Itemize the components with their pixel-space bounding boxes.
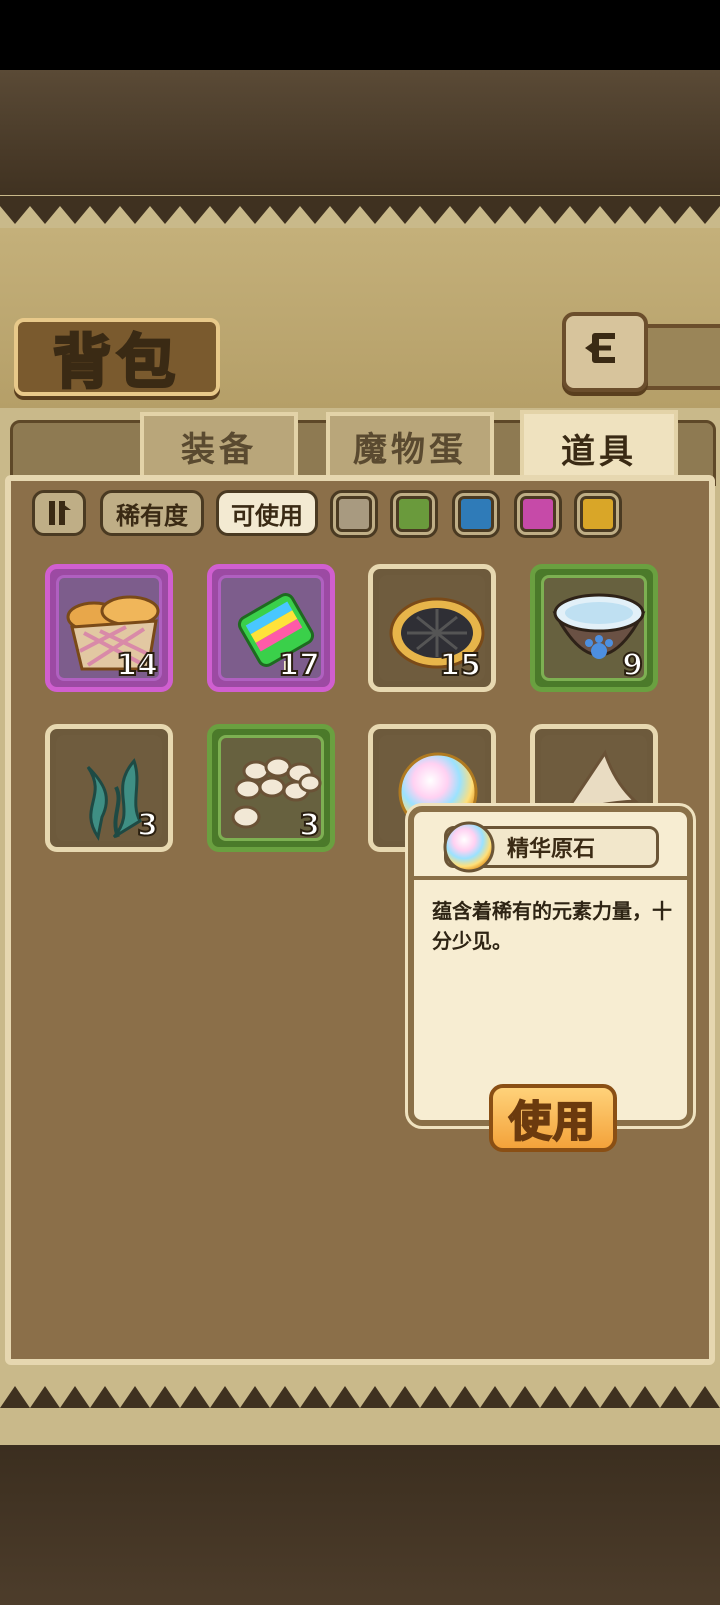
rarity-filter-label: 稀有度 [116, 501, 188, 530]
item-count: 15 [438, 647, 482, 684]
use-button-label: 使用 [508, 1099, 597, 1147]
gold-swatch [580, 496, 616, 532]
rarity-blue-filter[interactable] [452, 490, 500, 538]
status-bar [0, 0, 720, 70]
tab-monster-eggs[interactable]: 魔物蛋 [326, 412, 494, 480]
page-title: 背包 [14, 318, 220, 397]
rarity-gray-filter[interactable] [330, 490, 378, 538]
map-background-top [0, 70, 720, 200]
sort-toggle-button[interactable] [32, 490, 86, 536]
tooltip-divider [414, 876, 687, 880]
tab-equipment[interactable]: 装备 [140, 412, 298, 480]
purple-swatch [520, 496, 556, 532]
filter-bar: 稀有度 可使用 [32, 490, 692, 546]
item-count: 17 [277, 647, 321, 684]
green-swatch [396, 496, 432, 532]
rainbow-gem-icon [443, 821, 495, 873]
map-background-bottom [0, 1445, 720, 1605]
tab-equipment-label: 装备 [181, 431, 257, 469]
item-tooltip: 精华原石 蕴含着稀有的元素力量，十分少见。 [408, 806, 693, 1126]
item-count: 3 [298, 807, 321, 844]
item-count: 14 [115, 647, 159, 684]
back-rail [640, 324, 720, 390]
sort-toggle-icon [49, 501, 71, 525]
gray-swatch [336, 496, 372, 532]
zigzag-border-top [0, 196, 720, 224]
back-button[interactable] [562, 312, 648, 392]
item-slot[interactable]: 14 [45, 564, 173, 692]
back-arrow-icon [585, 333, 615, 363]
zigzag-border-bottom [0, 1386, 720, 1408]
rarity-filter-button[interactable]: 稀有度 [100, 490, 204, 536]
tooltip-description: 蕴含着稀有的元素力量，十分少见。 [432, 899, 672, 953]
item-slot[interactable]: 3 [207, 724, 335, 852]
item-slot[interactable]: 15 [368, 564, 496, 692]
usable-filter-label: 可使用 [231, 501, 303, 530]
use-button[interactable]: 使用 [489, 1084, 617, 1152]
blue-swatch [458, 496, 494, 532]
item-slot[interactable]: 3 [45, 724, 173, 852]
tab-items-label: 道具 [561, 433, 637, 471]
rarity-gold-filter[interactable] [574, 490, 622, 538]
item-count: 9 [621, 647, 644, 684]
item-slot[interactable]: 17 [207, 564, 335, 692]
item-count: 3 [136, 807, 159, 844]
item-slot[interactable]: 9 [530, 564, 658, 692]
tab-monster-eggs-label: 魔物蛋 [353, 431, 467, 469]
usable-filter-button[interactable]: 可使用 [216, 490, 318, 536]
rarity-green-filter[interactable] [390, 490, 438, 538]
tooltip-item-name-text: 精华原石 [507, 837, 596, 862]
rarity-purple-filter[interactable] [514, 490, 562, 538]
